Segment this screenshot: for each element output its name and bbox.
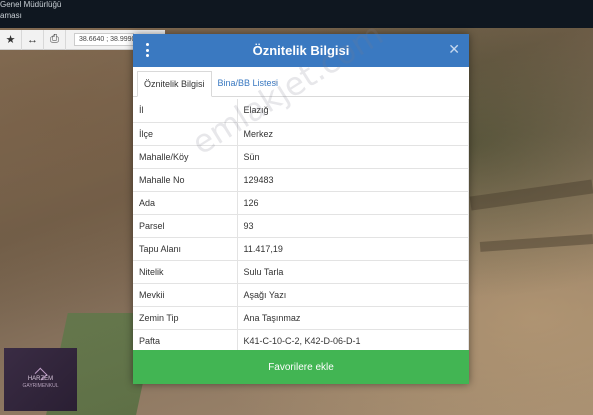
row-key: Zemin Tip bbox=[133, 305, 238, 329]
row-key: Nitelik bbox=[133, 259, 238, 283]
table-row: Mevkii Aşağı Yazı bbox=[133, 282, 469, 306]
print-icon[interactable]: ⎙ bbox=[44, 29, 66, 50]
row-value: Aşağı Yazı bbox=[237, 282, 469, 306]
row-key: Pafta bbox=[133, 328, 238, 352]
tab-building-list[interactable]: Bina/BB Listesi bbox=[212, 70, 285, 96]
table-row: İl Elazığ bbox=[133, 99, 469, 122]
row-key: İl bbox=[133, 99, 238, 122]
star-icon[interactable]: ★ bbox=[0, 29, 22, 50]
table-row: Tapu Alanı 11.417,19 bbox=[133, 236, 469, 260]
row-key: Mahalle No bbox=[133, 167, 238, 191]
row-value: Elazığ bbox=[237, 99, 469, 122]
dialog-tabs: Öznitelik Bilgisi Bina/BB Listesi bbox=[133, 67, 469, 97]
logo-line2: GAYRIMENKUL bbox=[22, 383, 59, 389]
close-icon[interactable]: ✕ bbox=[448, 41, 460, 58]
table-row: Mahalle/Köy Sün bbox=[133, 144, 469, 168]
table-row: Nitelik Sulu Tarla bbox=[133, 259, 469, 283]
map-tree-row bbox=[479, 234, 593, 252]
table-row: Mahalle No 129483 bbox=[133, 167, 469, 191]
row-value: Sün bbox=[237, 144, 469, 168]
coordinate-readout: 38.6640 ; 38.9990 bbox=[74, 33, 134, 46]
attribute-info-dialog: Öznitelik Bilgisi ✕ Öznitelik Bilgisi Bi… bbox=[133, 34, 469, 384]
company-logo: HARZEM GAYRIMENKUL bbox=[4, 348, 77, 411]
top-header-bar: Genel Müdürlüğü aması bbox=[0, 0, 593, 28]
row-value: Merkez bbox=[237, 121, 469, 145]
row-key: Ada bbox=[133, 190, 238, 214]
dialog-header: Öznitelik Bilgisi ✕ bbox=[133, 34, 469, 67]
measure-icon[interactable]: ↔ bbox=[22, 29, 44, 50]
row-value: 129483 bbox=[237, 167, 469, 191]
row-key: İlçe bbox=[133, 121, 238, 145]
tab-attribute-info[interactable]: Öznitelik Bilgisi bbox=[137, 71, 212, 97]
table-row: Zemin Tip Ana Taşınmaz bbox=[133, 305, 469, 329]
table-row: Pafta K41-C-10-C-2, K42-D-06-D-1 bbox=[133, 328, 469, 352]
attribute-table: İl Elazığ İlçe Merkez Mahalle/Köy Sün Mahal… bbox=[133, 99, 469, 352]
row-key: Mahalle/Köy bbox=[133, 144, 238, 168]
table-row: İlçe Merkez bbox=[133, 121, 469, 145]
map-tree-row bbox=[469, 179, 593, 211]
row-value: Sulu Tarla bbox=[237, 259, 469, 283]
row-key: Mevkii bbox=[133, 282, 238, 306]
table-row: Parsel 93 bbox=[133, 213, 469, 237]
row-value: K41-C-10-C-2, K42-D-06-D-1 bbox=[237, 328, 469, 352]
table-row: Ada 126 bbox=[133, 190, 469, 214]
kebab-menu-icon[interactable] bbox=[146, 43, 150, 57]
row-key: Parsel bbox=[133, 213, 238, 237]
add-to-favorites-button[interactable]: Favorilere ekle bbox=[133, 350, 469, 384]
row-value: Ana Taşınmaz bbox=[237, 305, 469, 329]
row-value: 93 bbox=[237, 213, 469, 237]
row-key: Tapu Alanı bbox=[133, 236, 238, 260]
org-name: Genel Müdürlüğü bbox=[0, 0, 62, 9]
row-value: 11.417,19 bbox=[237, 236, 469, 260]
header-subtitle: aması bbox=[0, 11, 22, 20]
row-value: 126 bbox=[237, 190, 469, 214]
dialog-title: Öznitelik Bilgisi bbox=[252, 43, 350, 58]
